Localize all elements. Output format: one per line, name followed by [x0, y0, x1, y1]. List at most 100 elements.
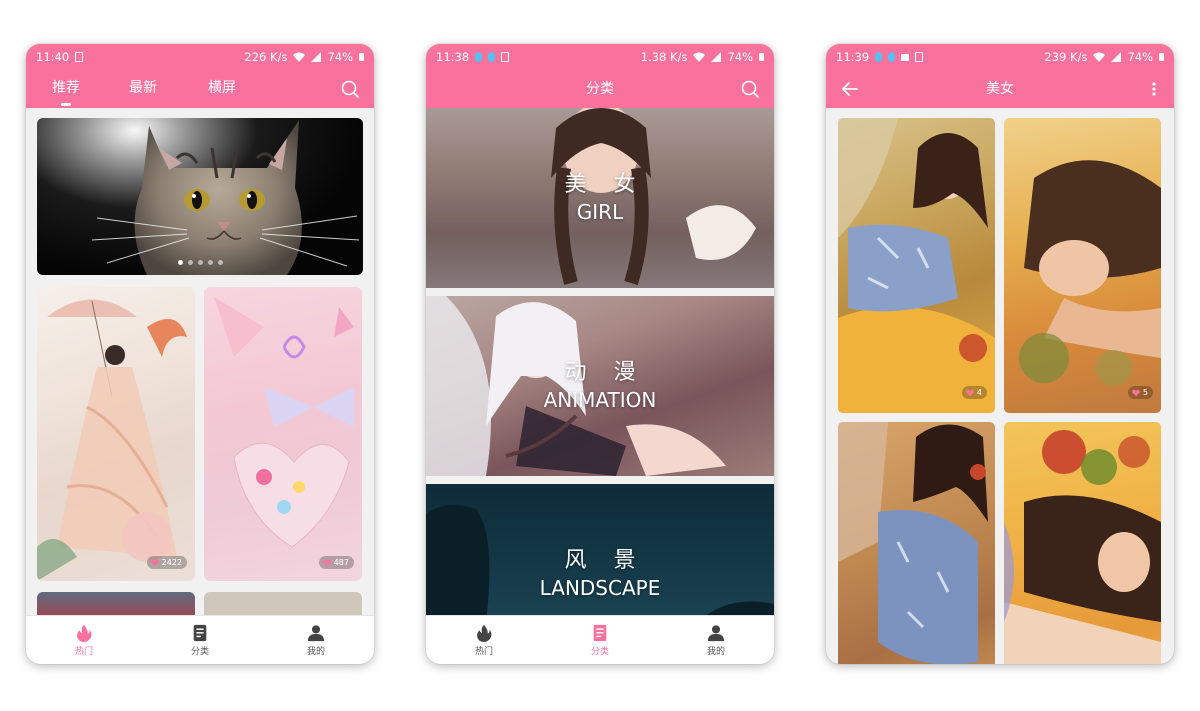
category-title-en: ANIMATION [543, 388, 657, 412]
photo-woman-blue-dress-2 [838, 422, 988, 664]
carousel-dot[interactable] [217, 260, 223, 265]
bottom-navigation: 热门 分类 我的 [26, 615, 374, 664]
person-icon [307, 624, 325, 641]
photo-card[interactable]: 5 [1004, 118, 1161, 413]
battery-percent: 74% [1127, 50, 1153, 64]
top-tab-bar: 推荐 最新 横屏 [26, 70, 374, 108]
notification-icon [915, 52, 924, 62]
battery-percent: 74% [327, 50, 353, 64]
app-bar: 美女 [826, 70, 1174, 108]
photo-woman-yellow [1019, 160, 1161, 386]
nav-mine[interactable]: 我的 [258, 616, 374, 664]
photo-woman-flowers [1004, 430, 1161, 664]
signal-icon [1111, 52, 1122, 62]
battery-icon [359, 53, 364, 61]
nav-mine[interactable]: 我的 [658, 616, 774, 664]
image-notification-icon [901, 53, 910, 61]
wallpaper-card[interactable]: 487 [204, 287, 362, 581]
fire-icon [477, 624, 492, 642]
tab-recommended[interactable]: 推荐 [52, 70, 80, 108]
wallpaper-card[interactable] [37, 592, 195, 616]
nav-label: 热门 [74, 646, 93, 657]
page-title: 美女 [986, 81, 1014, 97]
category-animation[interactable]: 动 漫 ANIMATION [426, 296, 774, 476]
heart-icon [322, 559, 331, 566]
category-girl[interactable]: 美 女 GIRL [426, 108, 774, 288]
like-count-badge: 4 [961, 386, 987, 399]
like-count: 5 [1142, 388, 1148, 397]
illustration-pink-accessories [214, 297, 354, 548]
battery-icon [759, 53, 764, 61]
category-title-en: LANDSCAPE [539, 576, 661, 600]
phone-screen-category-detail: 11:39 239 K/s 74% 美女 4 5 [826, 44, 1174, 664]
category-title-zh: 风 景 [564, 548, 646, 573]
search-icon[interactable] [340, 79, 360, 99]
like-count-badge: 487 [318, 556, 354, 569]
category-title-zh: 美 女 [564, 172, 646, 197]
person-icon [707, 624, 725, 641]
notification-icon [888, 52, 896, 62]
search-icon[interactable] [740, 79, 760, 99]
carousel-dot[interactable] [197, 260, 203, 265]
wallpaper-card[interactable] [204, 592, 362, 616]
carousel-indicator [37, 260, 363, 265]
category-title-zh: 动 漫 [564, 360, 646, 385]
notification-icon [501, 52, 510, 62]
heart-icon [150, 559, 159, 566]
photo-card[interactable]: 4 [838, 118, 995, 413]
carousel-dot[interactable] [207, 260, 213, 265]
nav-label: 我的 [306, 646, 325, 657]
status-time: 11:38 [436, 50, 470, 64]
photo-grid[interactable]: 4 5 [826, 108, 1174, 664]
banner-carousel[interactable] [37, 118, 363, 275]
tab-landscape-orientation[interactable]: 横屏 [208, 70, 236, 108]
wifi-icon [293, 52, 306, 62]
photo-card[interactable] [838, 422, 995, 664]
nav-category[interactable]: 分类 [542, 616, 658, 664]
heart-icon [1132, 389, 1140, 396]
category-title-en: GIRL [576, 200, 624, 224]
bottom-navigation: 热门 分类 我的 [426, 615, 774, 664]
status-time: 11:40 [36, 50, 70, 64]
nav-hot[interactable]: 热门 [26, 616, 142, 664]
category-icon [593, 624, 607, 641]
like-count: 4 [976, 388, 982, 397]
notification-icon [475, 52, 483, 62]
category-list[interactable]: 美 女 GIRL 动 漫 ANIMATION 风 景 LANDSCAPE [426, 108, 774, 616]
category-girl-image [426, 108, 774, 288]
app-bar: 分类 [426, 70, 774, 108]
battery-icon [1159, 53, 1164, 61]
nav-hot[interactable]: 热门 [426, 616, 542, 664]
photo-card[interactable] [1004, 422, 1161, 664]
wifi-icon [693, 52, 706, 62]
category-landscape[interactable]: 风 景 LANDSCAPE [426, 484, 774, 616]
notification-icon [75, 52, 84, 62]
carousel-dot[interactable] [187, 260, 193, 265]
nav-label: 我的 [706, 646, 725, 657]
signal-icon [711, 52, 722, 62]
network-speed: 1.38 K/s [640, 50, 688, 64]
battery-percent: 74% [727, 50, 753, 64]
status-bar: 11:38 1.38 K/s 74% [426, 44, 774, 70]
heart-icon [966, 389, 974, 396]
carousel-dot[interactable] [177, 260, 183, 265]
notification-icon [875, 52, 883, 62]
like-count-badge: 2422 [146, 556, 187, 569]
status-bar: 11:40 226 K/s 74% [26, 44, 374, 70]
like-count-badge: 5 [1127, 386, 1153, 399]
nav-category[interactable]: 分类 [142, 616, 258, 664]
nav-label: 热门 [474, 646, 493, 657]
wallpaper-card[interactable]: 2422 [37, 287, 195, 581]
status-bar: 11:39 239 K/s 74% [826, 44, 1174, 70]
wifi-icon [1093, 52, 1106, 62]
fire-icon [77, 624, 92, 642]
tab-latest[interactable]: 最新 [129, 70, 157, 108]
more-vertical-icon[interactable] [1148, 79, 1160, 99]
feed-content[interactable]: 2422 487 [26, 108, 374, 616]
page-title: 分类 [586, 81, 614, 97]
nav-label: 分类 [590, 646, 609, 657]
network-speed: 226 K/s [244, 50, 288, 64]
status-time: 11:39 [836, 50, 870, 64]
network-speed: 239 K/s [1044, 50, 1088, 64]
illustration-umbrella-lady [37, 299, 187, 581]
